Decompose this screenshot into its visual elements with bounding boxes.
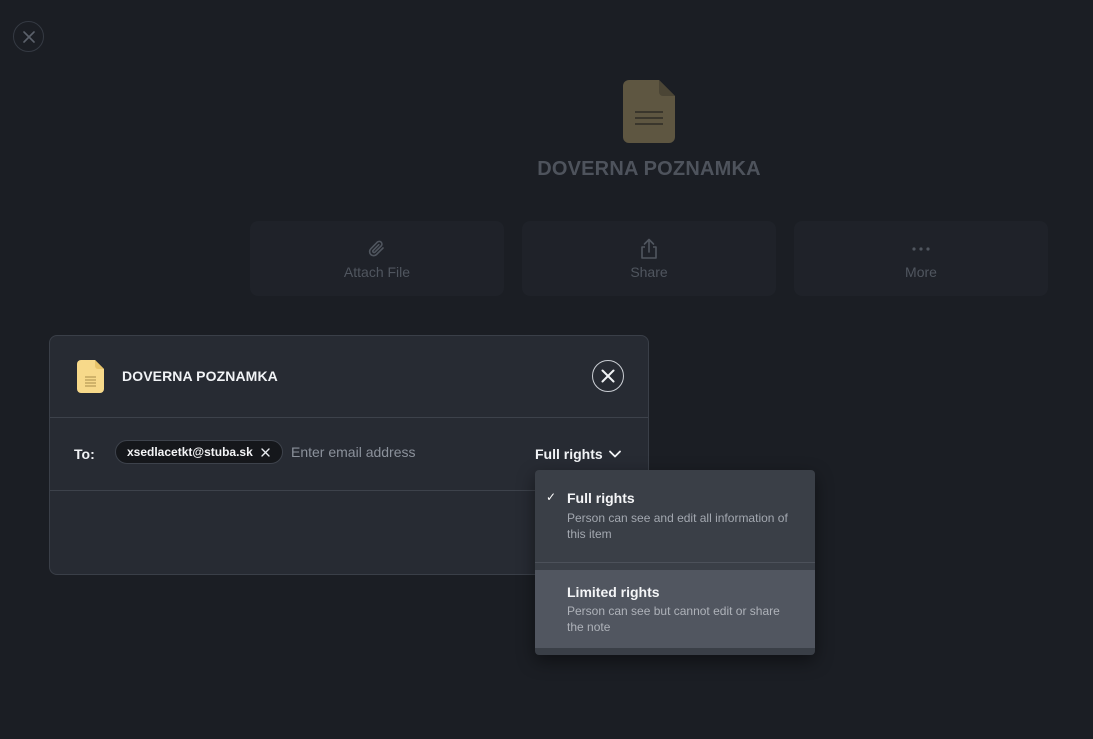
to-label: To: [74, 446, 95, 462]
share-modal-header: DOVERNA POZNAMKA [50, 336, 648, 418]
background-close-button[interactable] [13, 21, 44, 52]
rights-dropdown-menu: ✓ Full rights Person can see and edit al… [535, 470, 815, 655]
note-icon [77, 360, 104, 393]
option-label: Limited rights [567, 584, 660, 600]
email-input[interactable] [291, 441, 521, 463]
close-icon [601, 369, 615, 383]
checkmark-icon: ✓ [546, 490, 557, 504]
dropdown-divider [535, 562, 815, 563]
rights-dropdown-toggle[interactable]: Full rights [535, 446, 621, 462]
more-dots-icon [911, 237, 931, 261]
background-note-title: DOVERNA POZNAMKA [537, 158, 761, 180]
rights-selected-label: Full rights [535, 446, 603, 462]
share-modal-close-button[interactable] [592, 360, 624, 392]
paperclip-icon [368, 237, 386, 261]
more-label: More [905, 264, 937, 280]
option-label: Full rights [567, 490, 635, 506]
dropdown-option-limited-rights[interactable]: Limited rights Person can see but cannot… [535, 570, 815, 648]
recipient-email: xsedlacetkt@stuba.sk [127, 445, 253, 459]
remove-recipient-icon[interactable] [260, 446, 272, 458]
attach-file-label: Attach File [343, 264, 411, 280]
more-button[interactable]: More [794, 221, 1048, 296]
share-button[interactable]: Share [522, 221, 776, 296]
chevron-down-icon [608, 450, 621, 458]
option-description: Person can see and edit all information … [567, 511, 788, 541]
note-document-icon [623, 80, 675, 143]
dropdown-option-full-rights[interactable]: ✓ Full rights Person can see and edit al… [535, 470, 815, 562]
recipient-chip[interactable]: xsedlacetkt@stuba.sk [115, 440, 283, 464]
share-modal-title: DOVERNA POZNAMKA [122, 368, 278, 384]
share-label: Share [630, 264, 668, 280]
close-icon [22, 30, 35, 43]
attach-file-button[interactable]: Attach File [250, 221, 504, 296]
option-description: Person can see but cannot edit or share … [567, 604, 780, 634]
share-icon [639, 237, 659, 261]
